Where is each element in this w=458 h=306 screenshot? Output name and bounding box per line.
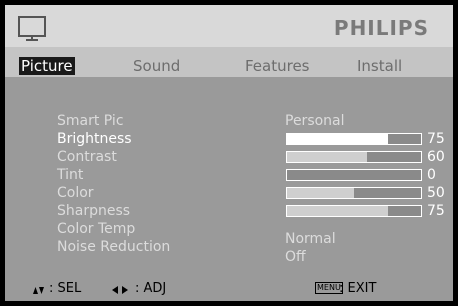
noise-reduction-label: Noise Reduction — [57, 239, 171, 255]
brightness-value: 75 — [427, 131, 445, 147]
tint-value: 0 — [427, 167, 436, 183]
contrast-value: 60 — [427, 149, 445, 165]
tint-label: Tint — [57, 167, 84, 183]
smart-pic-value[interactable]: Personal — [285, 113, 345, 129]
brightness-slider-fill — [287, 134, 388, 144]
osd-header: PHILIPS — [5, 5, 453, 47]
tab-install[interactable]: Install — [357, 57, 402, 75]
brightness-slider[interactable] — [286, 133, 422, 145]
tab-picture[interactable]: Picture — [19, 57, 75, 75]
up-down-arrows-icon — [33, 287, 44, 294]
color-slider-fill — [287, 188, 354, 198]
osd-footer: : SEL : ADJ MENU : EXIT — [5, 277, 453, 301]
color-value: 50 — [427, 185, 445, 201]
color-label: Color — [57, 185, 94, 201]
contrast-slider[interactable] — [286, 151, 422, 163]
brightness-label: Brightness — [57, 131, 132, 147]
sel-hint: : SEL — [49, 281, 82, 296]
sharpness-label: Sharpness — [57, 203, 131, 219]
brand-logo: PHILIPS — [333, 16, 429, 40]
tab-bar: Picture Sound Features Install — [5, 47, 453, 77]
tab-sound[interactable]: Sound — [133, 57, 180, 75]
sharpness-slider[interactable] — [286, 205, 422, 217]
left-right-arrows-icon — [112, 286, 128, 294]
color-slider[interactable] — [286, 187, 422, 199]
color-temp-label: Color Temp — [57, 221, 136, 237]
exit-hint: : EXIT — [339, 281, 377, 296]
smart-pic-label: Smart Pic — [57, 113, 124, 129]
contrast-label: Contrast — [57, 149, 117, 165]
tv-icon — [18, 16, 46, 41]
noise-reduction-value[interactable]: Off — [285, 249, 306, 265]
adj-hint: : ADJ — [135, 281, 167, 296]
tab-features[interactable]: Features — [245, 57, 310, 75]
tint-slider[interactable] — [286, 169, 422, 181]
sharpness-slider-fill — [287, 206, 388, 216]
contrast-slider-fill — [287, 152, 368, 162]
color-temp-value[interactable]: Normal — [285, 231, 336, 247]
tv-osd-screen: PHILIPS Picture Sound Features Install S… — [0, 0, 458, 306]
osd-panel: PHILIPS Picture Sound Features Install S… — [5, 5, 453, 301]
sharpness-value: 75 — [427, 203, 445, 219]
